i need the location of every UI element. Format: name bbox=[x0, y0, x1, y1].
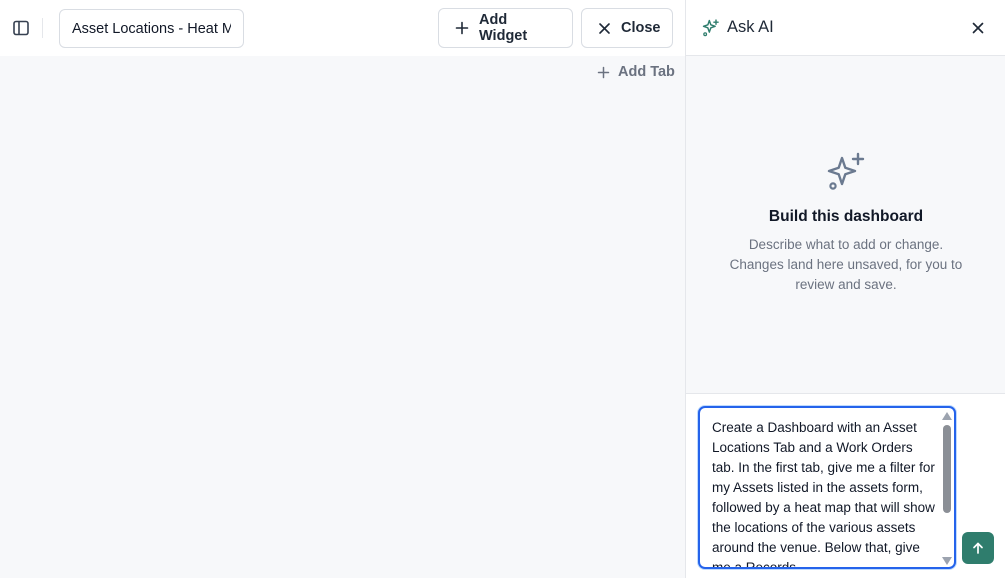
sparkles-icon bbox=[827, 152, 865, 190]
sidebar-toggle-button[interactable] bbox=[8, 15, 34, 41]
close-label: Close bbox=[621, 20, 661, 36]
empty-state-title: Build this dashboard bbox=[768, 208, 924, 225]
prompt-scrollbar[interactable] bbox=[941, 410, 953, 567]
ask-ai-panel: Ask AI Build this dashboard Describe wha… bbox=[685, 0, 1005, 578]
dashboard-editor: Add Widget Close Add Tab bbox=[0, 0, 686, 578]
scroll-up-arrow[interactable] bbox=[942, 412, 952, 420]
arrow-up-icon bbox=[973, 542, 983, 554]
prompt-input[interactable]: Create a Dashboard with an Asset Locatio… bbox=[698, 406, 956, 569]
close-icon bbox=[972, 22, 984, 34]
toolbar-divider bbox=[42, 18, 43, 38]
ask-ai-header: Ask AI bbox=[686, 0, 1005, 56]
ai-composer: Create a Dashboard with an Asset Locatio… bbox=[686, 393, 1005, 578]
plus-icon bbox=[597, 66, 610, 78]
add-tab-button[interactable]: Add Tab bbox=[597, 64, 675, 80]
editor-toolbar: Add Widget Close bbox=[0, 0, 686, 56]
add-tab-label: Add Tab bbox=[618, 64, 675, 80]
scroll-thumb[interactable] bbox=[943, 425, 951, 513]
add-widget-label: Add Widget bbox=[479, 12, 528, 44]
close-icon bbox=[599, 22, 610, 34]
empty-state-description: Describe what to add or change. Changes … bbox=[729, 237, 963, 292]
plus-icon bbox=[455, 21, 469, 35]
ask-ai-close-button[interactable] bbox=[968, 18, 988, 38]
sidebar-icon bbox=[13, 20, 29, 36]
ai-empty-state: Build this dashboard Describe what to ad… bbox=[686, 150, 1005, 295]
ask-ai-title: Ask AI bbox=[727, 18, 774, 36]
scroll-down-arrow[interactable] bbox=[942, 557, 952, 565]
sparkles-icon bbox=[702, 19, 719, 37]
add-widget-button[interactable]: Add Widget bbox=[438, 8, 573, 48]
send-button[interactable] bbox=[962, 532, 994, 564]
close-button[interactable]: Close bbox=[581, 8, 673, 48]
prompt-text: Create a Dashboard with an Asset Locatio… bbox=[712, 420, 935, 569]
dashboard-title-input[interactable] bbox=[59, 9, 244, 48]
